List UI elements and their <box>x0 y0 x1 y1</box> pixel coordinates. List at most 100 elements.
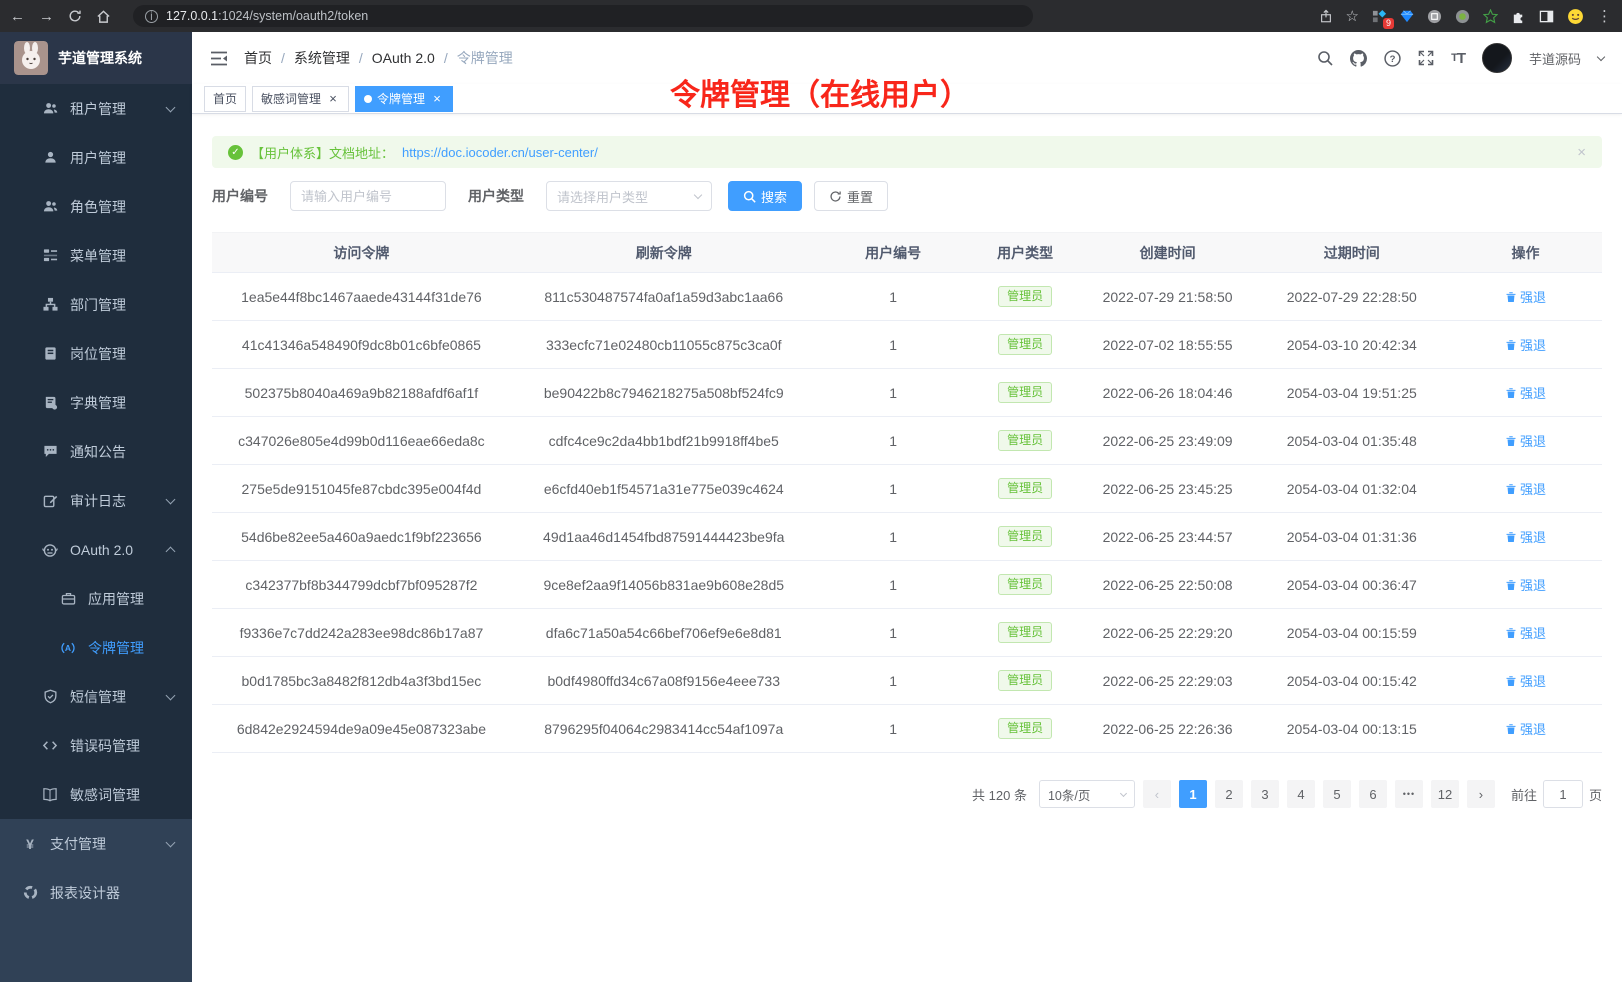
green-star-extension-icon[interactable] <box>1483 9 1498 24</box>
force-logout-button[interactable]: 强退 <box>1505 335 1546 354</box>
page-button-2[interactable]: 2 <box>1215 780 1243 808</box>
sidebar-item-report-designer[interactable]: 报表设计器 <box>0 868 192 917</box>
search-icon[interactable] <box>1317 50 1333 66</box>
force-logout-button[interactable]: 强退 <box>1505 479 1546 498</box>
force-logout-button[interactable]: 强退 <box>1505 383 1546 402</box>
tab-home[interactable]: 首页 <box>204 86 246 112</box>
cell-user-type: 管理员 <box>970 561 1081 609</box>
prev-page-button[interactable]: ‹ <box>1143 780 1171 808</box>
search-button[interactable]: 搜索 <box>728 181 802 211</box>
sidebar-item-label: 错误码管理 <box>70 736 140 756</box>
font-size-icon[interactable]: TT <box>1451 50 1465 67</box>
cell-refresh-token: 9ce8ef2aa9f14056b831ae9b608e28d5 <box>511 561 817 609</box>
briefcase-icon <box>60 591 76 607</box>
browser-menu-icon[interactable]: ⋮ <box>1597 9 1612 24</box>
sidebar-item-oauth2-app[interactable]: 应用管理 <box>0 574 192 623</box>
sidebar-item-dict[interactable]: 字典管理 <box>0 378 192 427</box>
page-button-5[interactable]: 5 <box>1323 780 1351 808</box>
cell-actions: 强退 <box>1449 705 1602 753</box>
side-panel-icon[interactable] <box>1539 9 1554 24</box>
sidebar-item-sms[interactable]: 短信管理 <box>0 672 192 721</box>
trash-icon <box>1505 483 1517 495</box>
user-id-input[interactable] <box>290 181 446 211</box>
user-caret-icon[interactable] <box>1597 52 1605 60</box>
cell-refresh-token: cdfc4ce9c2da4bb1bdf21b9918ff4be5 <box>511 417 817 465</box>
home-icon[interactable] <box>96 9 111 24</box>
sidebar-item-menu[interactable]: 菜单管理 <box>0 231 192 280</box>
share-icon[interactable] <box>1319 9 1333 24</box>
force-logout-button[interactable]: 强退 <box>1505 575 1546 594</box>
sidebar-item-oauth2-token[interactable]: A令牌管理 <box>0 623 192 672</box>
force-logout-button[interactable]: 强退 <box>1505 431 1546 450</box>
breadcrumb-separator: / <box>359 50 363 66</box>
fullscreen-icon[interactable] <box>1418 50 1434 66</box>
profile-emoji-icon[interactable] <box>1567 8 1584 25</box>
page-button-3[interactable]: 3 <box>1251 780 1279 808</box>
help-icon[interactable]: ? <box>1384 50 1401 67</box>
cell-actions: 强退 <box>1449 513 1602 561</box>
force-logout-button[interactable]: 强退 <box>1505 527 1546 546</box>
annotation-title: 令牌管理（在线用户） <box>670 70 970 114</box>
page-button-1[interactable]: 1 <box>1179 780 1207 808</box>
more-pages-button[interactable]: ••• <box>1395 780 1423 808</box>
forward-icon[interactable]: → <box>39 9 54 24</box>
user-name[interactable]: 芋道源码 <box>1529 49 1581 68</box>
page-button-12[interactable]: 12 <box>1431 780 1459 808</box>
force-logout-button[interactable]: 强退 <box>1505 719 1546 738</box>
close-icon[interactable]: × <box>430 92 444 105</box>
user-avatar[interactable] <box>1482 43 1512 73</box>
doc-link[interactable]: https://doc.iocoder.cn/user-center/ <box>402 145 598 160</box>
sidebar-item-pay[interactable]: ¥支付管理 <box>0 819 192 868</box>
force-logout-button[interactable]: 强退 <box>1505 671 1546 690</box>
shield-icon <box>42 689 58 705</box>
breadcrumb-item[interactable]: 系统管理 <box>294 48 350 68</box>
user-type-select[interactable]: 请选择用户类型 <box>546 181 712 211</box>
sidebar-item-role[interactable]: 角色管理 <box>0 182 192 231</box>
force-logout-button[interactable]: 强退 <box>1505 287 1546 306</box>
cell-refresh-token: 811c530487574fa0af1a59d3abc1aa66 <box>511 273 817 321</box>
sidebar-item-user[interactable]: 用户管理 <box>0 133 192 182</box>
breadcrumb-item[interactable]: OAuth 2.0 <box>372 50 435 66</box>
goto-page-input[interactable] <box>1543 780 1583 808</box>
gray-extension-icon[interactable] <box>1427 9 1442 24</box>
sidebar-item-audit-log[interactable]: 审计日志 <box>0 476 192 525</box>
page-button-6[interactable]: 6 <box>1359 780 1387 808</box>
reload-icon[interactable] <box>68 9 82 23</box>
sidebar-item-post[interactable]: 岗位管理 <box>0 329 192 378</box>
tab-oauth2-token[interactable]: 令牌管理× <box>355 86 453 112</box>
page-size-select[interactable]: 10条/页 <box>1039 780 1135 808</box>
sidebar-item-error-code[interactable]: 错误码管理 <box>0 721 192 770</box>
sidebar-item-sensitive-word[interactable]: 敏感词管理 <box>0 770 192 819</box>
url-text[interactable]: 127.0.0.1:1024/system/oauth2/token <box>166 9 368 23</box>
tab-sensitive-word[interactable]: 敏感词管理× <box>252 86 349 112</box>
force-logout-label: 强退 <box>1520 479 1546 498</box>
site-info-icon[interactable]: i <box>145 10 158 23</box>
hamburger-icon[interactable] <box>210 51 228 66</box>
sidebar-item-dept[interactable]: 部门管理 <box>0 280 192 329</box>
sidebar-item-notice[interactable]: 通知公告 <box>0 427 192 476</box>
sidebar-item-oauth2[interactable]: OAuth 2.0 <box>0 525 192 574</box>
github-icon[interactable] <box>1350 50 1367 67</box>
sidebar-item-tenant[interactable]: 租户管理 <box>0 84 192 133</box>
gem-extension-icon[interactable] <box>1400 9 1414 23</box>
alert-close-icon[interactable]: × <box>1577 144 1586 161</box>
logo-bar[interactable]: 芋道管理系统 <box>0 32 192 84</box>
back-icon[interactable]: ← <box>10 9 25 24</box>
cell-created-time: 2022-06-26 18:04:46 <box>1081 369 1255 417</box>
extension-blocks-icon[interactable]: 9 <box>1372 9 1387 24</box>
bookmark-star-icon[interactable]: ☆ <box>1346 9 1359 24</box>
force-logout-label: 强退 <box>1520 575 1546 594</box>
column-header: 用户类型 <box>970 233 1081 273</box>
green-dot-extension-icon[interactable] <box>1455 9 1470 24</box>
page-button-4[interactable]: 4 <box>1287 780 1315 808</box>
force-logout-button[interactable]: 强退 <box>1505 623 1546 642</box>
address-bar[interactable]: i 127.0.0.1:1024/system/oauth2/token <box>133 5 1033 27</box>
puzzle-extensions-icon[interactable] <box>1511 9 1526 24</box>
reset-button[interactable]: 重置 <box>814 181 888 211</box>
cell-access-token: c347026e805e4d99b0d116eae66eda8c <box>212 417 511 465</box>
cell-user-type: 管理员 <box>970 513 1081 561</box>
close-icon[interactable]: × <box>326 92 340 105</box>
next-page-button[interactable]: › <box>1467 780 1495 808</box>
breadcrumb-item[interactable]: 首页 <box>244 48 272 68</box>
user-type-badge: 管理员 <box>998 622 1052 643</box>
